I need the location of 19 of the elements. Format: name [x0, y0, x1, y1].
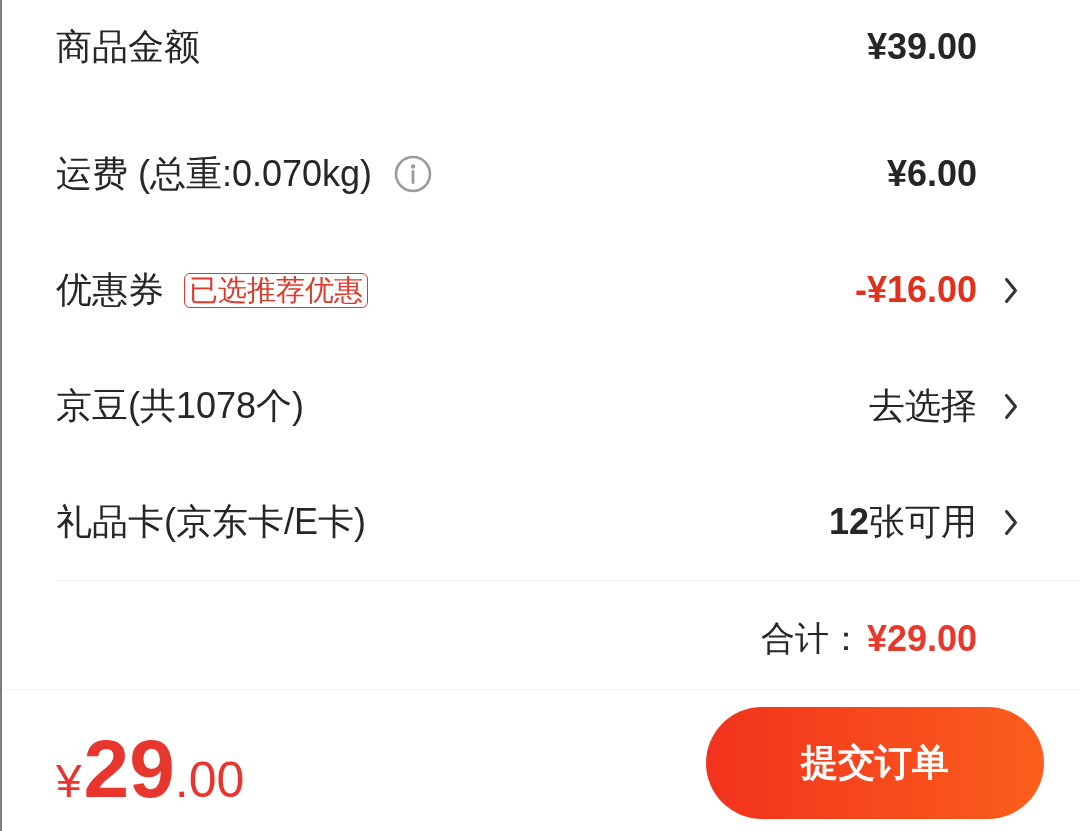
payable-price: ¥29.00 — [56, 721, 245, 810]
chevron-icon[interactable] — [1004, 392, 1018, 420]
coupon-tag: 已选推荐优惠 — [184, 272, 368, 308]
submit-order-button[interactable]: 提交订单 — [706, 706, 1044, 819]
total-label: 合计： — [760, 618, 863, 659]
item-label: 运费 (总重:0.070kg) — [56, 152, 373, 196]
item-label: 优惠券 — [56, 268, 164, 312]
chevron-icon[interactable] — [1004, 508, 1018, 536]
item-value[interactable]: 12张可用 — [828, 500, 977, 544]
item-label: 礼品卡(京东卡/E卡) — [56, 500, 366, 544]
item-label: 商品金额 — [56, 25, 200, 69]
info-icon[interactable] — [394, 155, 433, 193]
item-value: ¥39.00 — [866, 25, 977, 69]
item-value[interactable]: -¥16.00 — [854, 268, 977, 312]
item-value[interactable]: 去选择 — [869, 384, 977, 428]
item-label: 京豆(共1078个) — [56, 384, 305, 428]
total-amount: ¥29.00 — [866, 618, 977, 660]
item-value: ¥6.00 — [886, 152, 977, 196]
chevron-icon[interactable] — [1004, 276, 1018, 304]
